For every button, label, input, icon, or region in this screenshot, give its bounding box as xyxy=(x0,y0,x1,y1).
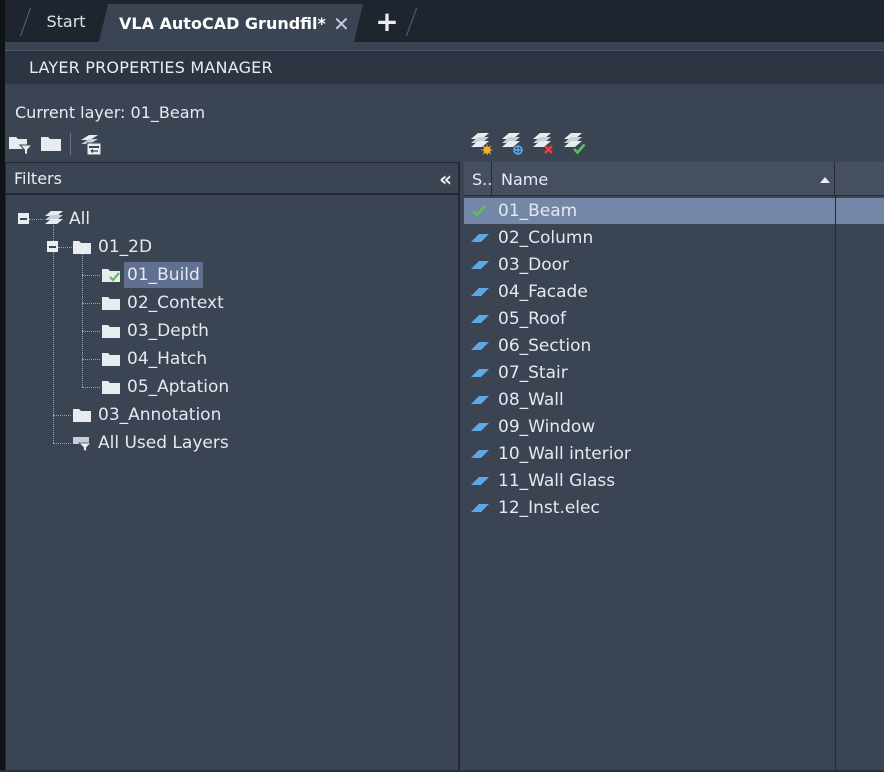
column-header-status[interactable]: S.. xyxy=(464,162,492,196)
layer-name: 06_Section xyxy=(498,336,592,356)
folder-icon xyxy=(102,381,120,394)
layer-icon xyxy=(471,342,489,350)
tree-node-label: 05_Aptation xyxy=(127,377,230,397)
tree-connector xyxy=(82,331,100,332)
tree-node-label: 02_Context xyxy=(127,293,224,313)
layer-icon xyxy=(471,504,489,512)
layer-row[interactable]: 11_Wall Glass xyxy=(464,468,884,494)
tab-title: VLA AutoCAD Grundfil* xyxy=(119,14,326,33)
layer-row[interactable]: 07_Stair xyxy=(464,360,884,386)
tree-connector xyxy=(82,303,100,304)
new-tab-button[interactable]: + xyxy=(373,0,401,42)
column-header-more[interactable] xyxy=(836,162,884,196)
tree-connector xyxy=(82,253,83,387)
folder-icon xyxy=(73,241,91,254)
column-header-name[interactable]: Name xyxy=(493,162,835,196)
current-row-highlight-extension xyxy=(836,198,884,224)
layer-icon xyxy=(471,450,489,458)
layer-row[interactable]: 03_Door xyxy=(464,252,884,278)
layer-icon xyxy=(471,369,489,377)
layer-row[interactable]: 02_Column xyxy=(464,225,884,251)
palette-title: LAYER PROPERTIES MANAGER xyxy=(29,58,273,77)
layer-row[interactable]: 06_Section xyxy=(464,333,884,359)
tree-node-label: 03_Annotation xyxy=(98,405,222,425)
folder-icon xyxy=(73,409,91,422)
palette-header: LAYER PROPERTIES MANAGER xyxy=(5,50,884,84)
layer-icon xyxy=(471,396,489,404)
layer-name: 11_Wall Glass xyxy=(498,471,616,491)
filter-icon xyxy=(73,437,92,452)
tree-node-label: 01_Build xyxy=(124,262,203,288)
tree-node-label: All Used Layers xyxy=(98,433,229,453)
column-header-name-label: Name xyxy=(501,170,549,189)
current-layer-label: Current layer: 01_Beam xyxy=(15,103,206,122)
tree-connector xyxy=(29,219,43,220)
layer-row[interactable]: 09_Window xyxy=(464,414,884,440)
tree-node-label: 03_Depth xyxy=(127,321,209,341)
tree-node-label: 04_Hatch xyxy=(127,349,208,369)
layer-name: 05_Roof xyxy=(498,309,566,329)
new-layer-vp-frozen-icon[interactable] xyxy=(499,129,525,155)
layer-icon xyxy=(471,288,489,296)
tab-start[interactable]: Start xyxy=(33,0,99,42)
layer-name: 02_Column xyxy=(498,228,594,248)
layer-row[interactable]: 05_Roof xyxy=(464,306,884,332)
layer-icon xyxy=(471,477,489,485)
tree-node-label: 01_2D xyxy=(98,237,153,257)
layer-name: 03_Door xyxy=(498,255,570,275)
toolbar-separator xyxy=(70,133,71,155)
layer-icon xyxy=(471,423,489,431)
folder-check-icon xyxy=(102,269,120,282)
layer-row[interactable]: 08_Wall xyxy=(464,387,884,413)
tab-divider xyxy=(411,8,413,36)
filters-header: Filters « xyxy=(6,163,458,195)
folder-icon xyxy=(102,297,120,310)
layer-list-panel: S.. Name 01_Beam 02_Column 03_Door 04_Facad… xyxy=(464,162,884,772)
layer-row[interactable]: 01_Beam xyxy=(464,198,835,224)
layer-list-header: S.. Name xyxy=(464,162,884,196)
tree-connector xyxy=(82,387,100,388)
layer-row[interactable]: 12_Inst.elec xyxy=(464,495,884,521)
layer-name: 10_Wall interior xyxy=(498,444,631,464)
layer-name: 01_Beam xyxy=(498,201,578,221)
layer-name: 07_Stair xyxy=(498,363,568,383)
close-tab-icon[interactable]: ✕ xyxy=(333,4,350,44)
tree-connector xyxy=(53,415,71,416)
current-layer-check-icon xyxy=(472,204,487,217)
tree-connector xyxy=(53,443,71,444)
filters-label: Filters xyxy=(14,169,62,188)
tree-connector xyxy=(58,247,72,248)
new-layer-icon[interactable] xyxy=(468,129,494,155)
new-group-filter-icon[interactable] xyxy=(39,131,65,157)
layer-name: 09_Window xyxy=(498,417,596,437)
folder-icon xyxy=(102,353,120,366)
delete-layer-icon[interactable] xyxy=(530,129,556,155)
layer-icon xyxy=(471,261,489,269)
collapse-filters-button[interactable]: « xyxy=(439,163,452,195)
layer-icon xyxy=(471,234,489,242)
collapse-all-toggle[interactable] xyxy=(18,213,29,224)
tree-connector xyxy=(82,275,100,276)
layer-row[interactable]: 04_Facade xyxy=(464,279,884,305)
collapse-2d-toggle[interactable] xyxy=(47,241,58,252)
layer-name: 08_Wall xyxy=(498,390,564,410)
sort-ascending-icon xyxy=(820,177,830,183)
layer-name: 04_Facade xyxy=(498,282,588,302)
layer-row[interactable]: 10_Wall interior xyxy=(464,441,884,467)
tree-connector xyxy=(82,359,100,360)
tree-node-label: All xyxy=(69,209,91,229)
layer-name: 12_Inst.elec xyxy=(498,498,600,518)
filters-panel: Filters « All 01_2D 01_Build 02_Context … xyxy=(5,162,460,772)
new-property-filter-icon[interactable] xyxy=(8,131,34,157)
tree-connector xyxy=(53,225,54,443)
folder-icon xyxy=(102,325,120,338)
tab-bar: Start VLA AutoCAD Grundfil* ✕ + xyxy=(0,0,884,42)
layer-states-manager-icon[interactable] xyxy=(78,131,104,157)
layer-stack-icon xyxy=(45,211,63,224)
tab-divider xyxy=(25,8,27,36)
tab-drawing-active[interactable]: VLA AutoCAD Grundfil* ✕ xyxy=(99,4,363,42)
set-current-layer-icon[interactable] xyxy=(561,129,587,155)
layer-icon xyxy=(471,315,489,323)
